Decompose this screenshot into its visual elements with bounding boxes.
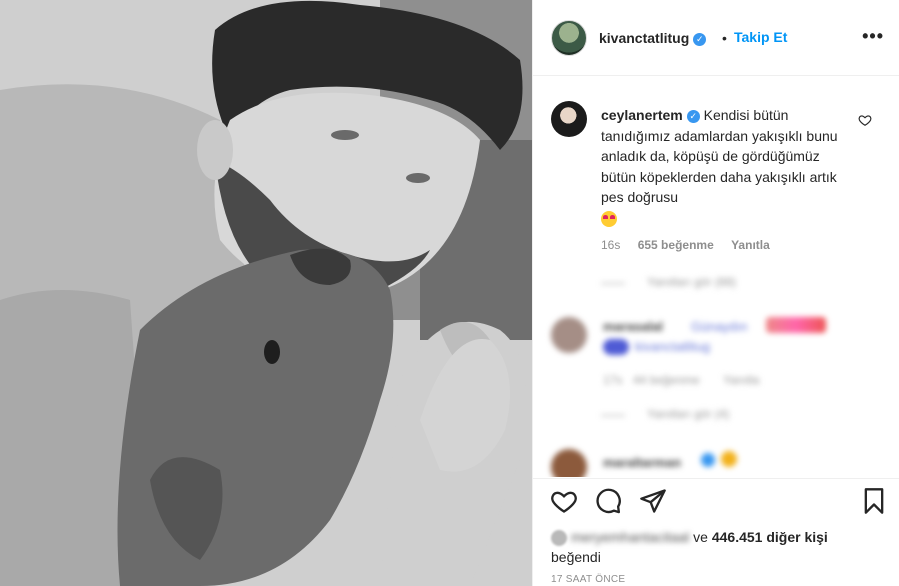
likes-summary: meryemhantacitaal ve 446.451 diğer kişi … bbox=[551, 527, 891, 567]
post-header: kivanctatlitug ✓ • Takip Et ••• bbox=[533, 0, 899, 76]
likes-suffix: beğendi bbox=[551, 549, 601, 565]
heart-eyes-emoji-icon bbox=[601, 210, 617, 227]
comment-like-icon[interactable] bbox=[858, 113, 872, 127]
commenter-avatar[interactable] bbox=[551, 101, 587, 137]
verified-icon: ✓ bbox=[693, 32, 707, 46]
follow-button[interactable]: Takip Et bbox=[734, 29, 787, 45]
comment-likes[interactable]: 655 beğenme bbox=[638, 238, 714, 252]
post-timestamp: 17 SAAT ÖNCE bbox=[551, 574, 626, 585]
comment-icon[interactable] bbox=[594, 487, 622, 515]
comment-body: ceylanertem ✓ Kendisi bütün tanıdığımız a… bbox=[601, 105, 851, 228]
like-icon[interactable] bbox=[550, 487, 578, 515]
owner-avatar[interactable] bbox=[551, 20, 587, 56]
blurred-comment-3: maraltarman bbox=[551, 449, 881, 477]
view-replies-blurred-2[interactable]: Yanıtları gör (4) bbox=[601, 407, 861, 427]
separator-dot: • bbox=[722, 30, 727, 46]
commenter-username[interactable]: ceylanertem bbox=[601, 107, 683, 123]
likes-count[interactable]: 446.451 diğer kişi bbox=[712, 529, 828, 545]
comments-section: ceylanertem ✓ Kendisi bütün tanıdığımız a… bbox=[533, 77, 899, 477]
owner-username[interactable]: kivanctatlitug ✓ bbox=[599, 30, 707, 46]
post-photo[interactable] bbox=[0, 0, 532, 586]
reply-button[interactable]: Yanıtla bbox=[731, 238, 770, 252]
liker-avatar bbox=[551, 530, 567, 547]
liker-username[interactable]: meryemhantacitaal bbox=[571, 529, 689, 545]
view-replies-blurred[interactable]: Yanıtları gör (88) bbox=[601, 275, 861, 295]
save-bookmark-icon[interactable] bbox=[860, 487, 888, 515]
verified-icon: ✓ bbox=[686, 109, 700, 123]
post-actions: meryemhantacitaal ve 446.451 diğer kişi … bbox=[533, 478, 899, 586]
share-icon[interactable] bbox=[639, 487, 667, 515]
more-options-icon[interactable]: ••• bbox=[862, 26, 884, 47]
comment-time: 16s bbox=[601, 238, 621, 252]
likes-connector: ve bbox=[693, 529, 708, 545]
comment-meta: 16s 655 beğenme Yanıtla bbox=[601, 238, 784, 252]
blurred-comment-2: marasalal Günaydın kivanctatlitug 17s 44… bbox=[551, 317, 881, 397]
post-sidebar: kivanctatlitug ✓ • Takip Et ••• ceylanert… bbox=[532, 0, 899, 586]
photo-illustration bbox=[0, 0, 532, 586]
